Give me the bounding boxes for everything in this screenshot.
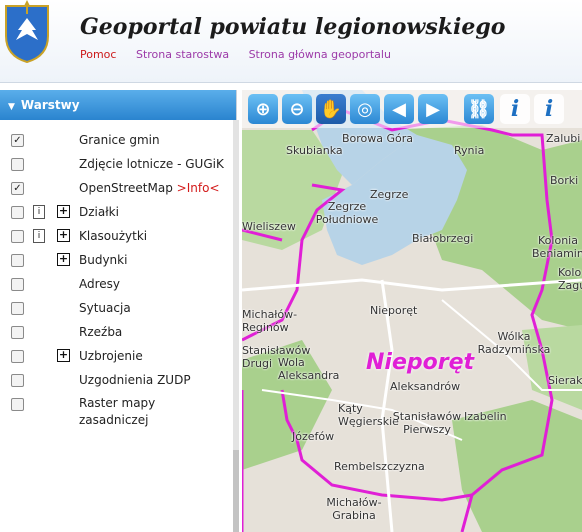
layer-checkbox[interactable] xyxy=(11,206,24,219)
map-label: Sierakó xyxy=(548,374,582,387)
zoom-in-icon[interactable]: ⊕ xyxy=(248,94,278,124)
layers-panel-title: Warstwy xyxy=(20,98,80,112)
layers-panel-header[interactable]: ▼ Warstwy xyxy=(0,90,236,120)
layer-info-icon[interactable]: i xyxy=(33,229,45,243)
layer-checkbox[interactable] xyxy=(11,254,24,267)
map-label: Stanisławów Pierwszy xyxy=(392,410,462,436)
layer-label[interactable]: Klasoużytki xyxy=(79,229,147,243)
map-label: Aleksandrów xyxy=(390,380,461,393)
layer-checkbox[interactable] xyxy=(11,158,24,171)
county-office-link[interactable]: Strona starostwa xyxy=(136,48,229,61)
info-icon[interactable]: i xyxy=(500,94,530,124)
layer-row-openstreetmap: ✓ OpenStreetMap >Info< xyxy=(0,178,230,200)
expand-plus-icon[interactable]: + xyxy=(57,349,70,362)
layer-row-budynki: + Budynki xyxy=(0,250,230,272)
layer-label[interactable]: OpenStreetMap >Info< xyxy=(79,181,220,195)
page-title: Geoportal powiatu legionowskiego xyxy=(80,14,506,40)
map-label: Wola Aleksandra xyxy=(278,356,340,382)
layer-row-dzialki: i + Działki xyxy=(0,202,230,224)
layer-label[interactable]: Granice gmin xyxy=(79,133,160,147)
header-links: Pomoc Strona starostwa Strona główna geo… xyxy=(80,48,407,61)
layer-label[interactable]: Rzeźba xyxy=(79,325,122,339)
layer-label[interactable]: Adresy xyxy=(79,277,120,291)
layer-label[interactable]: Budynki xyxy=(79,253,127,267)
layer-checkbox[interactable]: ✓ xyxy=(11,134,24,147)
layer-checkbox[interactable]: ✓ xyxy=(11,182,24,195)
layer-label-text: OpenStreetMap xyxy=(79,181,173,195)
layer-checkbox[interactable] xyxy=(11,398,24,411)
layer-checkbox[interactable] xyxy=(11,374,24,387)
map-label: Borowa Góra xyxy=(342,132,414,145)
layer-label[interactable]: Działki xyxy=(79,205,119,219)
layer-row-adresy: Adresy xyxy=(0,274,230,296)
map-label: Michałów-Grabina xyxy=(326,496,382,522)
map-label: Zalubi xyxy=(546,132,581,145)
zoom-out-icon[interactable]: ⊖ xyxy=(282,94,312,124)
map-label: Nieporęt xyxy=(370,304,418,317)
forward-arrow-icon[interactable]: ▶ xyxy=(418,94,448,124)
layer-row-raster: Raster mapy zasadniczej xyxy=(0,394,230,434)
layer-row-rzezba: Rzeźba xyxy=(0,322,230,344)
link-icon[interactable]: ⛓ xyxy=(464,94,494,124)
map-label: Wieliszew xyxy=(242,220,296,233)
map-label: Kolonia Beniaminów xyxy=(532,234,582,260)
map-label: Borki xyxy=(550,174,579,187)
panel-scrollbar[interactable] xyxy=(233,120,239,532)
layer-row-uzbrojenie: + Uzbrojenie xyxy=(0,346,230,368)
map-label: Izabelin xyxy=(464,410,507,423)
expand-plus-icon[interactable]: + xyxy=(57,205,70,218)
info-select-icon[interactable]: i xyxy=(534,94,564,124)
expand-plus-icon[interactable]: + xyxy=(57,253,70,266)
map-label: Rembelszczyzna xyxy=(334,460,425,473)
pan-hand-icon[interactable]: ✋ xyxy=(316,94,346,124)
commune-label: Nieporęt xyxy=(366,350,475,375)
collapse-arrow-icon[interactable]: ▼ xyxy=(8,92,15,122)
help-link[interactable]: Pomoc xyxy=(80,48,116,61)
map-label: Rynia xyxy=(454,144,485,157)
scrollbar-thumb[interactable] xyxy=(233,450,239,532)
map-label: Białobrzegi xyxy=(412,232,474,245)
layer-label[interactable]: Zdjęcie lotnicze - GUGiK xyxy=(79,157,224,171)
map-label: Skubianka xyxy=(286,144,343,157)
layer-row-sytuacja: Sytuacja xyxy=(0,298,230,320)
osm-info-link[interactable]: >Info< xyxy=(177,181,220,195)
map-toolbar: ⊕ ⊖ ✋ ◎ ◀ ▶ ⛓ i i xyxy=(242,90,582,128)
layer-row-zudp: Uzgodnienia ZUDP xyxy=(0,370,230,392)
layer-row-klasouzytki: i + Klasoużytki xyxy=(0,226,230,248)
layer-checkbox[interactable] xyxy=(11,302,24,315)
layer-checkbox[interactable] xyxy=(11,278,24,291)
layer-row-zdjecie-lotnicze: Zdjęcie lotnicze - GUGiK xyxy=(0,154,230,176)
expand-plus-icon[interactable]: + xyxy=(57,229,70,242)
map-label: Kolo Zagu xyxy=(558,266,582,292)
layer-row-granice-gmin: ✓ Granice gmin xyxy=(0,130,230,152)
layers-panel: ▼ Warstwy ✓ Granice gmin Zdjęcie lotnicze… xyxy=(0,90,237,532)
layer-label[interactable]: Uzgodnienia ZUDP xyxy=(79,373,191,387)
map-label: Michałów-Reginów xyxy=(242,308,298,334)
map-label: Wólka Radzymińska xyxy=(477,330,551,356)
layer-label[interactable]: Raster mapy zasadniczej xyxy=(79,395,219,429)
map-label: Zegrze Południowe xyxy=(315,200,379,226)
map-view[interactable]: Borowa Góra Zalubi Skubianka Rynia Borki… xyxy=(242,90,582,532)
layer-info-icon[interactable]: i xyxy=(33,205,45,219)
geoportal-home-link[interactable]: Strona główna geoportalu xyxy=(249,48,391,61)
map-label: Józefów xyxy=(292,430,335,443)
layer-label[interactable]: Uzbrojenie xyxy=(79,349,143,363)
layer-checkbox[interactable] xyxy=(11,230,24,243)
layer-checkbox[interactable] xyxy=(11,350,24,363)
header: Geoportal powiatu legionowskiego Pomoc S… xyxy=(0,0,582,83)
back-arrow-icon[interactable]: ◀ xyxy=(384,94,414,124)
zoom-extent-icon[interactable]: ◎ xyxy=(350,94,380,124)
coat-of-arms-logo[interactable] xyxy=(0,0,54,64)
layer-label[interactable]: Sytuacja xyxy=(79,301,131,315)
layer-checkbox[interactable] xyxy=(11,326,24,339)
